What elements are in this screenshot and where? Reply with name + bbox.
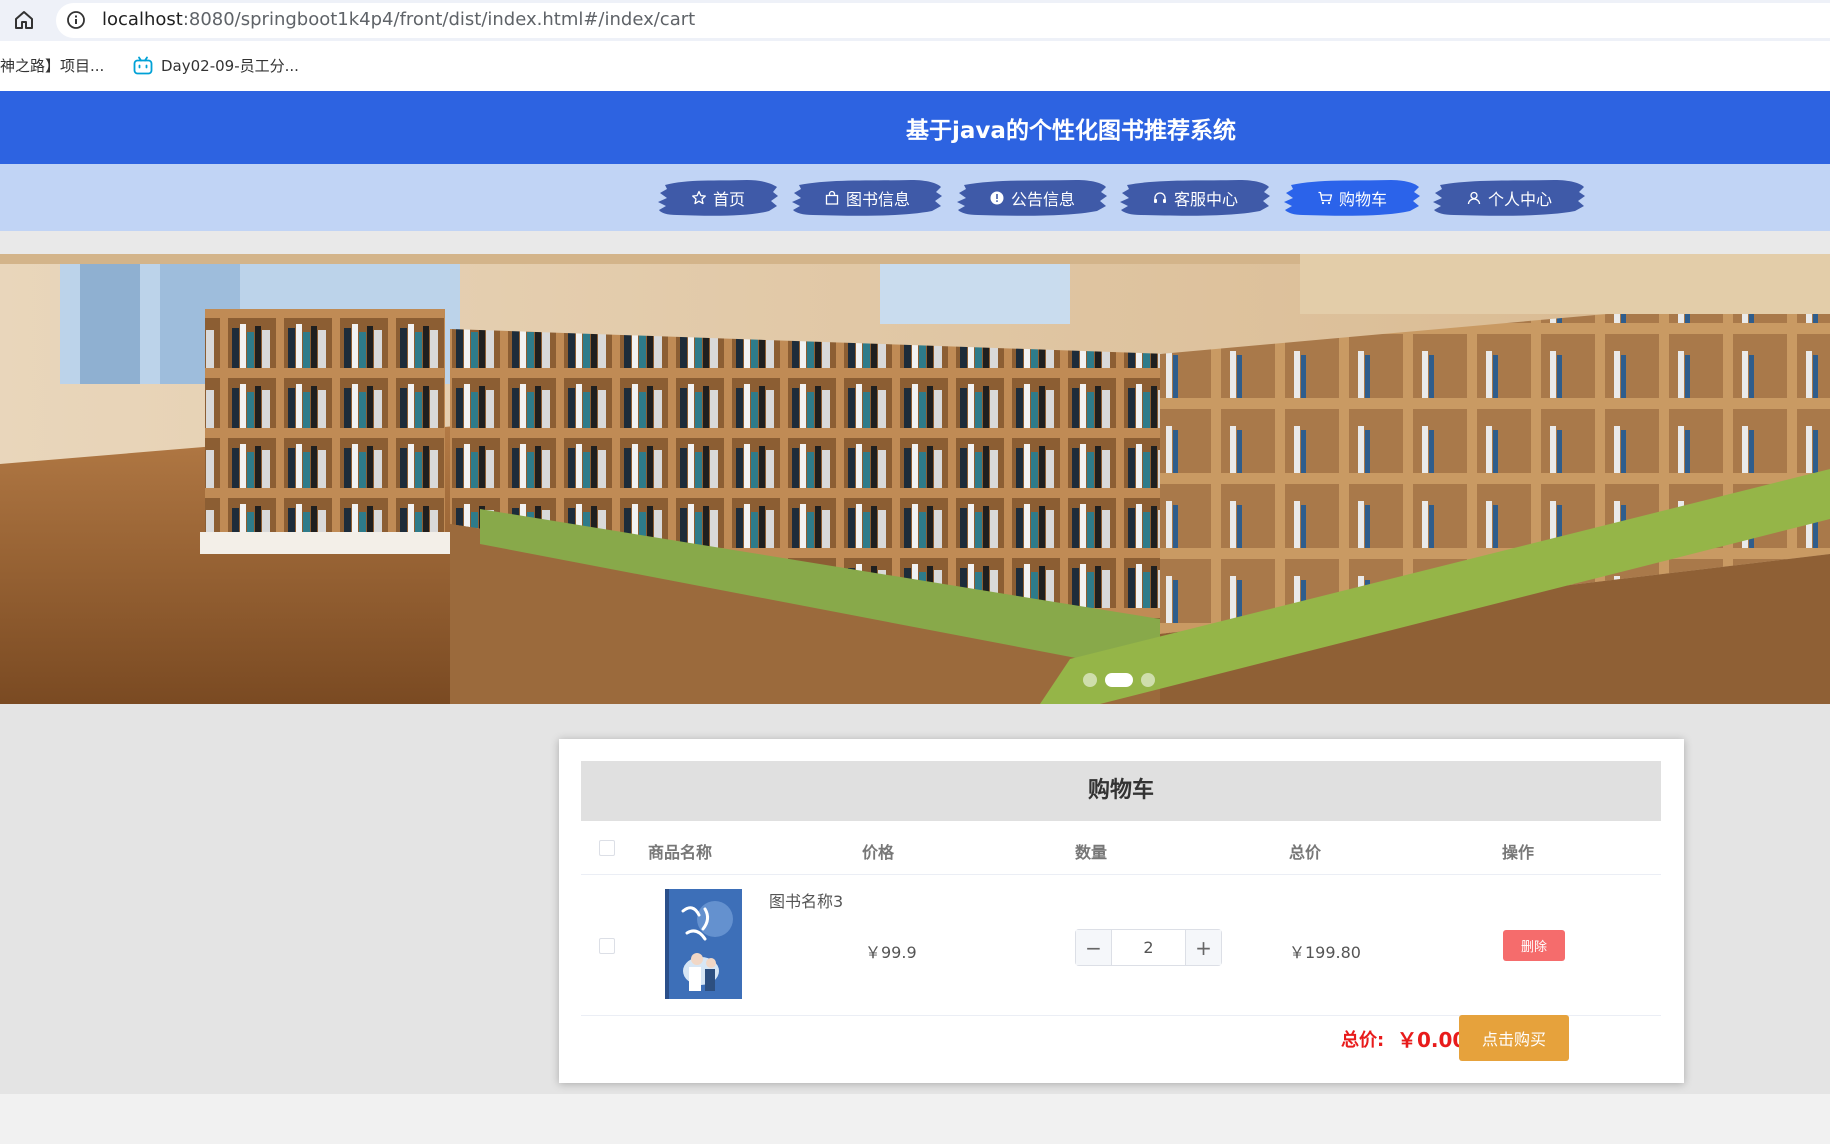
cart-table-header: 商品名称 价格 数量 总价 操作 xyxy=(581,821,1661,875)
carousel-dot[interactable] xyxy=(1083,673,1097,687)
home-icon[interactable] xyxy=(12,8,36,32)
increment-button[interactable]: + xyxy=(1185,930,1221,965)
nav-spacer xyxy=(0,231,1830,254)
cart-title: 购物车 xyxy=(581,761,1661,821)
buy-button[interactable]: 点击购买 xyxy=(1459,1015,1569,1061)
nav-label: 客服中心 xyxy=(1173,190,1238,209)
bookmarks-bar: 神之路】项目... Day02-09-员工分... xyxy=(0,41,1830,91)
carousel-indicators xyxy=(1083,673,1155,687)
bag-icon xyxy=(825,190,839,205)
user-icon xyxy=(1467,191,1481,205)
table-row: 图书名称3 ￥99.9 − 2 + ￥199.80 删除 xyxy=(581,875,1661,1016)
carousel-dot-active[interactable] xyxy=(1105,673,1133,687)
nav-item-books[interactable]: 图书信息 xyxy=(791,177,943,219)
select-all-checkbox[interactable] xyxy=(599,840,615,856)
column-header-quantity: 数量 xyxy=(1075,843,1108,862)
column-header-total: 总价 xyxy=(1289,843,1322,862)
star-icon xyxy=(692,190,706,205)
quantity-stepper: − 2 + xyxy=(1075,929,1222,966)
nav-label: 公告信息 xyxy=(1010,190,1075,209)
column-header-name: 商品名称 xyxy=(648,843,713,862)
column-header-action: 操作 xyxy=(1502,843,1535,862)
total-amount: ￥0.00 xyxy=(1397,1028,1467,1052)
bookmark-label: Day02-09-员工分... xyxy=(161,57,299,75)
bookmark-item[interactable]: Day02-09-员工分... xyxy=(133,55,299,76)
nav-label: 个人中心 xyxy=(1487,190,1552,209)
site-header: 基于java的个性化图书推荐系统 xyxy=(0,91,1830,164)
info-icon xyxy=(990,191,1004,205)
decrement-button[interactable]: − xyxy=(1076,930,1112,965)
bookmark-item[interactable]: 神之路】项目... xyxy=(0,55,104,76)
row-total-price: ￥199.80 xyxy=(1289,943,1361,962)
url-text[interactable]: localhost:8080/springboot1k4p4/front/dis… xyxy=(102,9,695,30)
bilibili-icon xyxy=(133,56,153,74)
site-info-icon[interactable] xyxy=(66,10,86,30)
quantity-input[interactable]: 2 xyxy=(1112,930,1185,965)
banner-carousel[interactable] xyxy=(0,254,1830,704)
library-bookshelf-image xyxy=(0,254,1830,704)
cart-panel: 购物车 商品名称 价格 数量 总价 操作 图书名称3 ￥99.9 − 2 + ￥… xyxy=(559,739,1684,1083)
url-path: :8080/springboot1k4p4/front/dist/index.h… xyxy=(182,9,696,30)
bookmark-label: 神之路】项目... xyxy=(0,57,105,75)
nav-item-cart[interactable]: 购物车 xyxy=(1283,177,1421,219)
product-name[interactable]: 图书名称3 xyxy=(769,889,849,914)
total-label: 总价: xyxy=(1341,1030,1385,1051)
carousel-dot[interactable] xyxy=(1141,673,1155,687)
headset-icon xyxy=(1153,192,1166,203)
main-nav: 首页 图书信息 公告信息 客服中心 购物车 个人中心 xyxy=(0,164,1830,231)
url-host: localhost xyxy=(102,9,183,30)
nav-item-profile[interactable]: 个人中心 xyxy=(1432,177,1586,219)
nav-item-service[interactable]: 客服中心 xyxy=(1119,177,1271,219)
unit-price: ￥99.9 xyxy=(865,943,917,962)
row-checkbox[interactable] xyxy=(599,938,615,954)
delete-button[interactable]: 删除 xyxy=(1503,930,1565,961)
nav-label: 图书信息 xyxy=(845,190,910,209)
book-cover-image[interactable] xyxy=(665,889,742,999)
nav-item-home[interactable]: 首页 xyxy=(657,177,779,219)
nav-item-notices[interactable]: 公告信息 xyxy=(956,177,1108,219)
cart-icon xyxy=(1318,191,1333,205)
nav-label: 购物车 xyxy=(1338,190,1387,209)
column-header-price: 价格 xyxy=(862,843,895,862)
site-title: 基于java的个性化图书推荐系统 xyxy=(906,118,1236,144)
nav-label: 首页 xyxy=(712,190,745,209)
browser-address-bar: localhost:8080/springboot1k4p4/front/dis… xyxy=(0,0,1830,41)
